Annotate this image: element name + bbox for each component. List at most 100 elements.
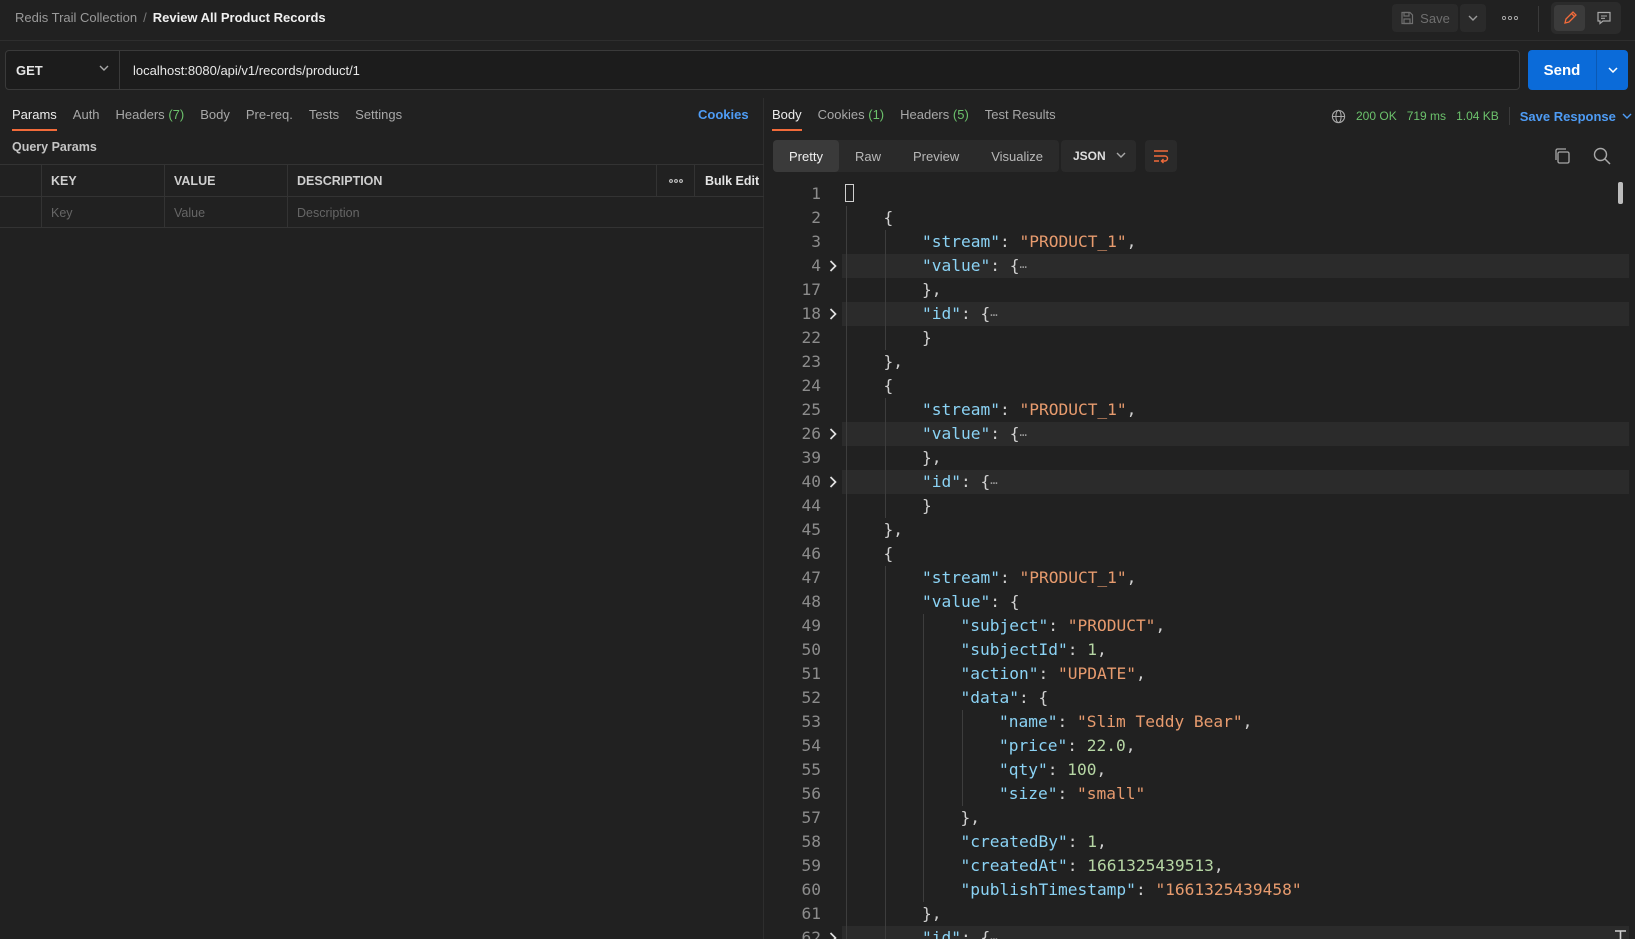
- save-response-button[interactable]: Save Response: [1520, 109, 1632, 124]
- json-key: "id": [922, 928, 961, 939]
- more-actions-button[interactable]: [1496, 4, 1524, 32]
- bulk-edit-button[interactable]: Bulk Edit: [694, 165, 764, 196]
- line-number: 60: [801, 880, 822, 899]
- json-punctuation: : {: [990, 256, 1020, 275]
- response-tab-test-results[interactable]: Test Results: [985, 107, 1056, 131]
- comments-button[interactable]: [1588, 5, 1619, 31]
- format-tab-preview[interactable]: Preview: [897, 140, 975, 172]
- vertical-scrollbar-thumb[interactable]: [1618, 182, 1623, 204]
- tab-tests[interactable]: Tests: [309, 107, 339, 131]
- response-time[interactable]: 719 ms: [1407, 109, 1446, 123]
- indent-guide: [884, 758, 886, 782]
- response-tab-cookies[interactable]: Cookies (1): [818, 107, 884, 131]
- tab-auth[interactable]: Auth: [73, 107, 100, 131]
- code-text: "action": "UPDATE",: [961, 662, 1146, 686]
- send-options-button[interactable]: [1597, 50, 1628, 90]
- tab-headers[interactable]: Headers (7): [116, 107, 185, 131]
- code-line: 47 "stream": "PRODUCT_1",: [765, 566, 1635, 590]
- send-button[interactable]: Send: [1528, 50, 1596, 90]
- response-tab-headers[interactable]: Headers (5): [900, 107, 969, 131]
- indent-guide: [846, 230, 847, 254]
- indent-guide: [846, 278, 847, 302]
- folded-ellipsis-icon[interactable]: ⋯: [990, 476, 997, 490]
- folded-ellipsis-icon[interactable]: ⋯: [1019, 260, 1026, 274]
- code-line: 56 "size": "small": [765, 782, 1635, 806]
- indent-guide: [884, 710, 886, 734]
- code-text: "id": {⋯: [922, 926, 997, 939]
- cookies-link[interactable]: Cookies: [698, 107, 749, 122]
- language-select[interactable]: JSON: [1061, 140, 1136, 172]
- format-tab-pretty[interactable]: Pretty: [773, 140, 839, 172]
- code-text: {: [884, 374, 894, 398]
- json-punctuation: :: [1067, 856, 1088, 875]
- breadcrumb-request[interactable]: Review All Product Records: [153, 10, 326, 25]
- code-text: },: [884, 518, 904, 542]
- value-input[interactable]: Value: [164, 197, 287, 228]
- line-number: 47: [801, 568, 822, 587]
- tab-params[interactable]: Params: [12, 107, 57, 131]
- indent-guide: [884, 422, 886, 446]
- save-button[interactable]: Save: [1392, 4, 1458, 32]
- chevron-right-icon[interactable]: [827, 476, 839, 488]
- response-tab-body[interactable]: Body: [772, 107, 802, 131]
- globe-icon[interactable]: [1331, 109, 1346, 124]
- http-method-select[interactable]: GET: [6, 51, 120, 89]
- indent-guide: [846, 854, 847, 878]
- json-key: "value": [922, 592, 991, 611]
- url-input[interactable]: [121, 51, 1511, 89]
- response-body-viewer[interactable]: 1 2{3 "stream": "PRODUCT_1", 4 "value": {⋯ 17…: [765, 182, 1635, 939]
- json-punctuation: },: [883, 352, 904, 371]
- code-line: 23},: [765, 350, 1635, 374]
- line-number: 40: [801, 472, 822, 491]
- format-tab-visualize[interactable]: Visualize: [975, 140, 1059, 172]
- json-key: "createdBy": [960, 832, 1068, 851]
- key-input[interactable]: Key: [41, 197, 164, 228]
- chevron-right-icon[interactable]: [827, 932, 839, 939]
- chevron-right-icon[interactable]: [827, 260, 839, 272]
- status-code[interactable]: 200 OK: [1356, 109, 1397, 123]
- search-icon[interactable]: [1592, 146, 1612, 166]
- tab-settings[interactable]: Settings: [355, 107, 402, 131]
- json-punctuation: {: [883, 208, 894, 227]
- description-input[interactable]: Description: [287, 197, 764, 228]
- code-text: },: [884, 350, 904, 374]
- breadcrumb-collection[interactable]: Redis Trail Collection: [15, 10, 137, 25]
- json-key: "qty": [999, 760, 1048, 779]
- tab-body[interactable]: Body: [200, 107, 230, 131]
- code-line: 17},: [765, 278, 1635, 302]
- folded-ellipsis-icon[interactable]: ⋯: [990, 932, 997, 939]
- response-size[interactable]: 1.04 KB: [1456, 109, 1499, 123]
- code-line: 46 {: [765, 542, 1635, 566]
- folded-ellipsis-icon[interactable]: ⋯: [990, 308, 997, 322]
- json-punctuation: : {: [960, 472, 991, 491]
- indent-guide: [884, 902, 886, 926]
- code-text: "stream": "PRODUCT_1",: [922, 230, 1136, 254]
- chevron-right-icon[interactable]: [827, 428, 839, 440]
- code-text: },: [922, 902, 942, 926]
- tab-pre-req[interactable]: Pre-req.: [246, 107, 293, 131]
- format-tab-raw[interactable]: Raw: [839, 140, 897, 172]
- save-button-label: Save: [1420, 10, 1450, 26]
- code-line: 24 {: [765, 374, 1635, 398]
- json-punctuation: }: [922, 328, 932, 347]
- scroll-to-top-icon[interactable]: [1614, 930, 1627, 939]
- indent-guide: [923, 878, 924, 902]
- indent-guide: [961, 782, 963, 806]
- chevron-right-icon[interactable]: [827, 308, 839, 320]
- json-punctuation: : {: [960, 304, 991, 323]
- column-options-button[interactable]: [656, 165, 694, 196]
- json-punctuation: {: [883, 376, 894, 395]
- indent-guide: [884, 590, 886, 614]
- code-line: 59 "createdAt": 1661325439513,: [765, 854, 1635, 878]
- code-line: 57},: [765, 806, 1635, 830]
- json-punctuation: },: [960, 808, 981, 827]
- toolbar-divider: [1538, 6, 1539, 32]
- copy-icon[interactable]: [1552, 146, 1572, 166]
- edit-mode-button[interactable]: [1554, 5, 1585, 31]
- json-punctuation: : {: [990, 424, 1020, 443]
- save-options-button[interactable]: [1460, 4, 1486, 32]
- folded-ellipsis-icon[interactable]: ⋯: [1019, 428, 1026, 442]
- json-key: "id": [922, 304, 961, 323]
- request-tabs: Params Auth Headers (7) Body Pre-req. Tests Se…: [12, 107, 402, 131]
- wrap-lines-button[interactable]: [1145, 140, 1177, 172]
